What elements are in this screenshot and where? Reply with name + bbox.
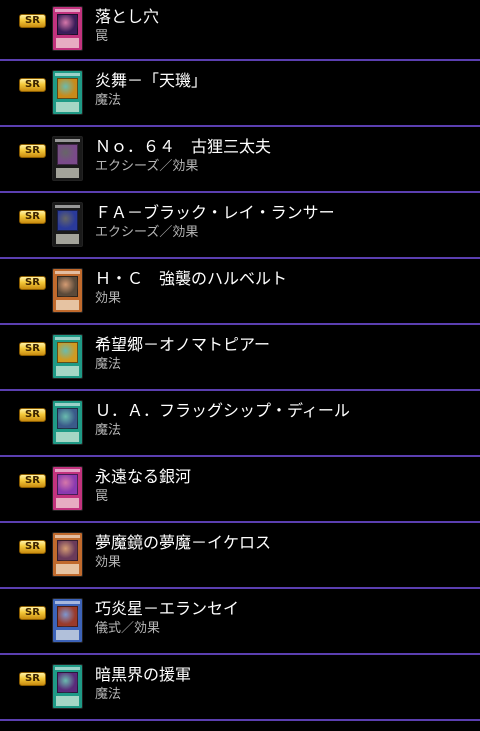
card-artwork	[57, 540, 78, 561]
card-thumbnail	[52, 466, 83, 511]
card-artwork	[57, 474, 78, 495]
card-thumbnail	[52, 664, 83, 709]
card-type: 魔法	[95, 357, 122, 372]
rarity-badge: SR	[19, 342, 46, 356]
card-list-item[interactable]: SR Ｕ．Ａ．フラッグシップ・ディール魔法	[0, 391, 480, 457]
card-name-band	[55, 205, 80, 208]
card-text-box	[56, 168, 79, 178]
rarity-badge: SR	[19, 210, 46, 224]
rarity-badge: SR	[19, 540, 46, 554]
rarity-badge: SR	[19, 672, 46, 686]
card-name: 落とし穴	[95, 7, 160, 26]
card-type: 罠	[95, 489, 109, 504]
card-artwork	[57, 210, 78, 231]
card-name: Ｎｏ．６４ 古狸三太夫	[95, 137, 272, 156]
card-artwork	[57, 408, 78, 429]
card-list-item[interactable]: SR Ｈ・Ｃ 強襲のハルベルト効果	[0, 259, 480, 325]
rarity-badge: SR	[19, 276, 46, 290]
card-name: Ｈ・Ｃ 強襲のハルベルト	[95, 269, 288, 288]
card-name-band	[55, 535, 80, 538]
card-list-item[interactable]: SR 巧炎星－エランセイ儀式／効果	[0, 589, 480, 655]
card-text-box	[56, 498, 79, 508]
card-thumbnail	[52, 70, 83, 115]
card-name: Ｕ．Ａ．フラッグシップ・ディール	[95, 401, 350, 420]
card-name: 炎舞－「天璣」	[95, 71, 208, 90]
card-name: 希望郷－オノマトピアー	[95, 335, 271, 354]
card-list-item[interactable]: SR 暗黒界の援軍魔法	[0, 655, 480, 721]
card-type: 効果	[95, 291, 122, 306]
card-list-item[interactable]: SR 希望郷－オノマトピアー魔法	[0, 325, 480, 391]
card-name: 永遠なる銀河	[95, 467, 192, 486]
card-type: 魔法	[95, 423, 122, 438]
card-name-band	[55, 9, 80, 12]
card-text-box	[56, 234, 79, 244]
card-name-band	[55, 601, 80, 604]
card-name: 巧炎星－エランセイ	[95, 599, 240, 618]
card-name-band	[55, 73, 80, 76]
card-name-band	[55, 337, 80, 340]
card-text-box	[56, 300, 79, 310]
rarity-badge: SR	[19, 408, 46, 422]
rarity-badge: SR	[19, 144, 46, 158]
rarity-badge: SR	[19, 606, 46, 620]
card-text-box	[56, 630, 79, 640]
card-artwork	[57, 144, 78, 165]
card-text-box	[56, 366, 79, 376]
card-type: エクシーズ／効果	[95, 225, 199, 240]
card-thumbnail	[52, 400, 83, 445]
card-list-item[interactable]: SR 落とし穴罠	[0, 0, 480, 61]
card-text-box	[56, 432, 79, 442]
card-name: 暗黒界の援軍	[95, 665, 192, 684]
card-name-band	[55, 667, 80, 670]
card-list-item[interactable]: SR 夢魔鏡の夢魔－イケロス効果	[0, 523, 480, 589]
card-name-band	[55, 271, 80, 274]
card-name: 夢魔鏡の夢魔－イケロス	[95, 533, 272, 552]
card-text-box	[56, 38, 79, 48]
card-artwork	[57, 606, 78, 627]
card-thumbnail	[52, 532, 83, 577]
card-thumbnail	[52, 334, 83, 379]
card-thumbnail	[52, 598, 83, 643]
card-name: ＦＡ－ブラック・レイ・ランサー	[95, 203, 335, 222]
card-list-item[interactable]: SR 永遠なる銀河罠	[0, 457, 480, 523]
card-text-box	[56, 102, 79, 112]
card-thumbnail	[52, 202, 83, 247]
card-name-band	[55, 469, 80, 472]
card-list: SR 落とし穴罠 SR 炎舞－「天璣」 魔法 SR Ｎｏ．６４ 古狸三太夫 エクシーズ／効果 S…	[0, 0, 480, 721]
card-thumbnail	[52, 136, 83, 181]
card-artwork	[57, 672, 78, 693]
card-type: 儀式／効果	[95, 621, 161, 636]
card-thumbnail	[52, 268, 83, 313]
card-type: 魔法	[95, 687, 122, 702]
card-artwork	[57, 78, 78, 99]
card-artwork	[57, 14, 78, 35]
card-list-item[interactable]: SR ＦＡ－ブラック・レイ・ランサーエクシーズ／効果	[0, 193, 480, 259]
rarity-badge: SR	[19, 78, 46, 92]
card-artwork	[57, 342, 78, 363]
rarity-badge: SR	[19, 474, 46, 488]
card-list-item[interactable]: SR Ｎｏ．６４ 古狸三太夫エクシーズ／効果	[0, 127, 480, 193]
card-name-band	[55, 139, 80, 142]
card-type: エクシーズ／効果	[95, 159, 199, 174]
rarity-badge: SR	[19, 14, 46, 28]
card-type: 罠	[95, 29, 109, 44]
card-type: 効果	[95, 555, 122, 570]
card-type: 魔法	[95, 93, 122, 108]
card-artwork	[57, 276, 78, 297]
card-thumbnail	[52, 6, 83, 51]
card-text-box	[56, 696, 79, 706]
card-text-box	[56, 564, 79, 574]
card-list-item[interactable]: SR 炎舞－「天璣」魔法	[0, 61, 480, 127]
card-name-band	[55, 403, 80, 406]
